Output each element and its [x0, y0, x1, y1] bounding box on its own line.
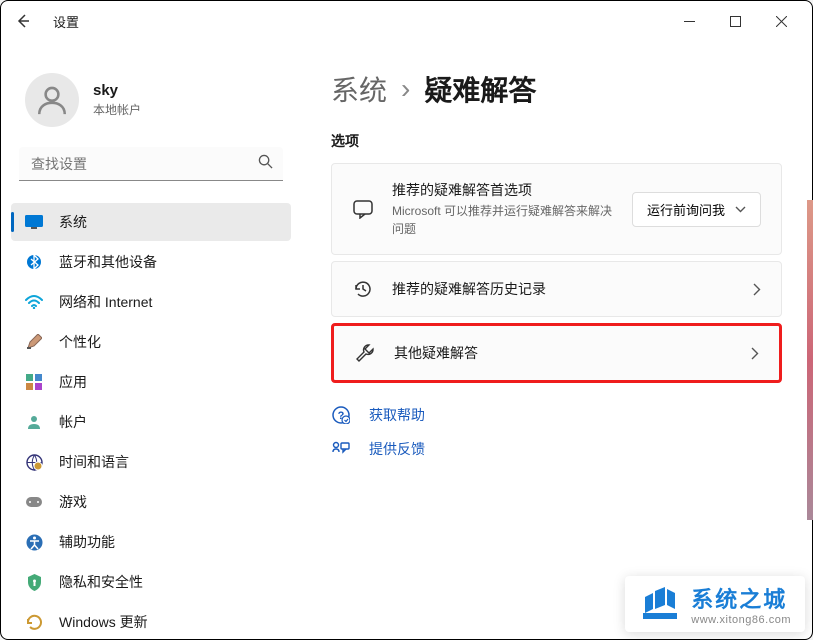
watermark-url: www.xitong86.com [691, 614, 791, 626]
close-icon [776, 16, 787, 27]
chevron-down-icon [735, 206, 746, 213]
desktop-edge [807, 200, 813, 520]
avatar [25, 73, 79, 127]
help-link-label: 提供反馈 [369, 439, 425, 459]
globe-clock-icon [25, 453, 43, 471]
sidebar-item-update[interactable]: Windows 更新 [11, 603, 291, 631]
minimize-button[interactable] [666, 5, 712, 37]
nav-list: 系统 蓝牙和其他设备 网络和 Internet 个性化 应用 [1, 195, 301, 631]
chat-icon [352, 198, 374, 220]
gamepad-icon [25, 493, 43, 511]
wifi-icon [25, 293, 43, 311]
wrench-icon [354, 342, 376, 364]
search-input[interactable] [19, 147, 283, 181]
watermark-logo-icon [639, 583, 681, 625]
sidebar-item-system[interactable]: 系统 [11, 203, 291, 241]
back-button[interactable] [9, 7, 37, 35]
dropdown-label: 运行前询问我 [647, 200, 725, 219]
sidebar-item-label: 隐私和安全性 [59, 572, 143, 592]
card-history[interactable]: 推荐的疑难解答历史记录 [331, 261, 782, 317]
chevron-right-icon [753, 283, 761, 296]
card-title: 其他疑难解答 [394, 343, 733, 363]
user-block[interactable]: sky 本地帐户 [1, 49, 301, 147]
sidebar-item-bluetooth[interactable]: 蓝牙和其他设备 [11, 243, 291, 281]
preference-dropdown[interactable]: 运行前询问我 [632, 192, 761, 227]
feedback-link[interactable]: 提供反馈 [331, 439, 782, 459]
sidebar-item-label: 应用 [59, 372, 87, 392]
bluetooth-icon [25, 253, 43, 271]
help-icon: ? [331, 405, 351, 425]
card-title: 推荐的疑难解答首选项 [392, 180, 614, 200]
card-subtitle: Microsoft 可以推荐并运行疑难解答来解决问题 [392, 202, 614, 238]
person-icon [35, 83, 69, 117]
sidebar-item-label: 游戏 [59, 492, 87, 512]
history-icon [352, 278, 374, 300]
shield-icon [25, 573, 43, 591]
card-title: 推荐的疑难解答历史记录 [392, 279, 735, 299]
chevron-right-icon [751, 347, 759, 360]
sidebar: sky 本地帐户 系统 蓝牙和其他设 [1, 41, 301, 639]
sidebar-item-time-language[interactable]: 时间和语言 [11, 443, 291, 481]
minimize-icon [684, 16, 695, 27]
sidebar-item-label: 个性化 [59, 332, 101, 352]
maximize-icon [730, 16, 741, 27]
sidebar-item-label: 网络和 Internet [59, 292, 152, 312]
card-recommended-preferences[interactable]: 推荐的疑难解答首选项 Microsoft 可以推荐并运行疑难解答来解决问题 运行… [331, 163, 782, 255]
feedback-icon [331, 439, 351, 459]
section-label: 选项 [331, 131, 782, 151]
sidebar-item-network[interactable]: 网络和 Internet [11, 283, 291, 321]
main-content: 系统 › 疑难解答 选项 推荐的疑难解答首选项 Microsoft 可以推荐并运… [301, 41, 812, 639]
apps-icon [25, 373, 43, 391]
titlebar: 设置 [1, 1, 812, 41]
maximize-button[interactable] [712, 5, 758, 37]
user-name: sky [93, 82, 141, 99]
sidebar-item-apps[interactable]: 应用 [11, 363, 291, 401]
paintbrush-icon [25, 333, 43, 351]
account-icon [25, 413, 43, 431]
breadcrumb-root[interactable]: 系统 [331, 69, 387, 109]
app-title: 设置 [53, 12, 79, 31]
close-button[interactable] [758, 5, 804, 37]
sidebar-item-label: 蓝牙和其他设备 [59, 252, 157, 272]
get-help-link[interactable]: ? 获取帮助 [331, 405, 782, 425]
sidebar-item-label: 辅助功能 [59, 532, 115, 552]
sidebar-item-accounts[interactable]: 帐户 [11, 403, 291, 441]
sidebar-item-label: Windows 更新 [59, 612, 148, 631]
sidebar-item-label: 时间和语言 [59, 452, 129, 472]
help-link-label: 获取帮助 [369, 405, 425, 425]
sidebar-item-label: 系统 [59, 212, 87, 232]
display-icon [25, 213, 43, 231]
update-icon [25, 613, 43, 631]
search-icon [258, 154, 273, 174]
sidebar-item-privacy[interactable]: 隐私和安全性 [11, 563, 291, 601]
sidebar-item-gaming[interactable]: 游戏 [11, 483, 291, 521]
watermark-title: 系统之城 [691, 582, 791, 614]
back-arrow-icon [15, 13, 31, 29]
search-box [19, 147, 283, 181]
accessibility-icon [25, 533, 43, 551]
sidebar-item-personalization[interactable]: 个性化 [11, 323, 291, 361]
watermark: 系统之城 www.xitong86.com [625, 576, 805, 632]
card-other-troubleshooters[interactable]: 其他疑难解答 [331, 323, 782, 383]
breadcrumb-separator: › [401, 73, 410, 105]
breadcrumb: 系统 › 疑难解答 [331, 69, 782, 109]
breadcrumb-current: 疑难解答 [424, 69, 536, 109]
sidebar-item-accessibility[interactable]: 辅助功能 [11, 523, 291, 561]
sidebar-item-label: 帐户 [59, 412, 87, 432]
user-subtitle: 本地帐户 [93, 101, 141, 118]
